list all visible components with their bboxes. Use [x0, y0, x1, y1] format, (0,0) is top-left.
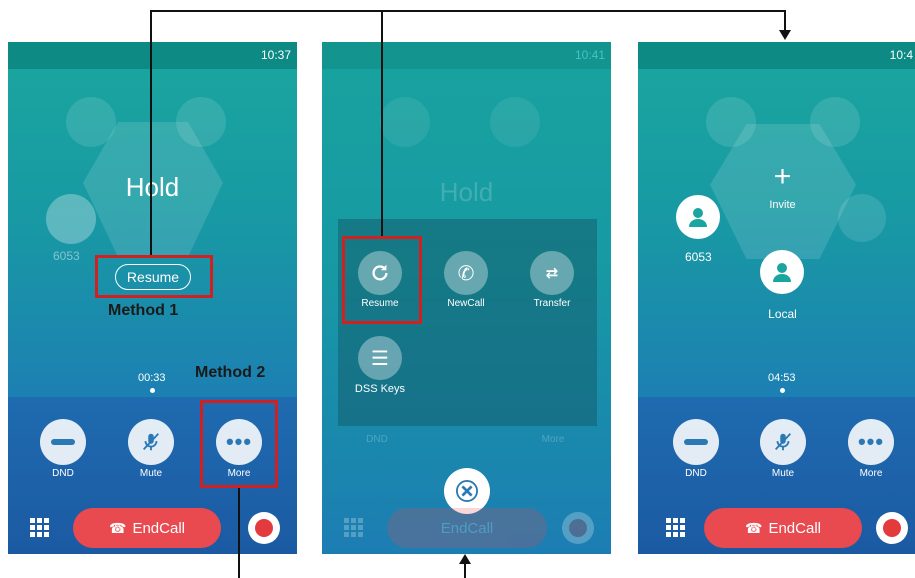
close-icon [456, 480, 478, 502]
menu-newcall-button[interactable]: ✆ NewCall [434, 251, 498, 309]
connector-line [150, 10, 152, 255]
mic-off-icon [774, 433, 792, 451]
person-icon [689, 208, 707, 227]
hangup-icon: ☎ [745, 519, 763, 536]
connector-line [464, 562, 466, 578]
menu-transfer-button[interactable]: ⇄ Transfer [520, 251, 584, 309]
connector-line [784, 10, 786, 32]
keypad-icon [344, 518, 363, 537]
clock: 10:41 [574, 48, 605, 62]
highlight-resume [95, 255, 213, 298]
transfer-icon: ⇄ [545, 265, 559, 282]
connector-line [381, 10, 383, 236]
status-bar: 10:4 [638, 42, 915, 69]
end-call-button[interactable]: ☎ EndCall [73, 508, 221, 548]
local-avatar [760, 250, 804, 294]
more-dots-icon: ••• [857, 429, 885, 454]
record-button-faded [562, 512, 594, 544]
menu-dsskeys-button[interactable]: ☰ DSS Keys [348, 336, 412, 395]
method2-label: Method 2 [195, 364, 266, 381]
plus-icon: + [773, 160, 792, 193]
minus-icon [684, 439, 708, 445]
mute-button[interactable]: Mute [759, 419, 807, 479]
highlight-more [200, 400, 278, 488]
connector-line [150, 10, 786, 12]
call-timer: 00:33 [138, 372, 166, 384]
contact-number: 6053 [685, 250, 712, 264]
clock: 10:4 [889, 48, 913, 62]
phone-screen-active: 10:4 + Invite 6053 Local 04:53 DND Mute … [638, 42, 915, 554]
clock: 10:37 [260, 48, 291, 62]
participant-slot [380, 97, 430, 147]
call-state-label: Hold [125, 172, 180, 202]
dnd-button[interactable]: DND [672, 419, 720, 479]
mic-off-icon [142, 433, 160, 451]
end-call-button[interactable]: ☎ EndCall [704, 508, 862, 548]
list-icon: ☰ [371, 347, 389, 370]
highlight-menu-resume [342, 236, 422, 324]
contact-avatar [676, 195, 720, 239]
dnd-button-faded: DND [366, 434, 388, 445]
contact-number: 6053 [53, 249, 80, 263]
minus-icon [51, 439, 75, 445]
status-bar: 10:41 [322, 42, 611, 69]
keypad-icon[interactable] [666, 518, 685, 537]
mute-button[interactable]: Mute [127, 419, 175, 479]
local-label: Local [768, 307, 797, 321]
method1-label: Method 1 [108, 302, 179, 319]
arrow-up [459, 554, 471, 564]
phone-icon: ✆ [457, 262, 475, 285]
call-timer: 04:53 [768, 372, 796, 384]
connector-line [238, 488, 240, 578]
participant-slot [490, 97, 540, 147]
more-button[interactable]: ••• More [847, 419, 895, 479]
keypad-icon[interactable] [30, 518, 49, 537]
hangup-icon: ☎ [109, 519, 127, 536]
record-button[interactable] [248, 512, 280, 544]
page-indicator [150, 388, 155, 393]
more-button-faded: More [541, 434, 565, 445]
status-bar: 10:37 [8, 42, 297, 69]
end-call-button-faded: EndCall [387, 508, 547, 548]
person-icon [773, 263, 791, 282]
arrow-down [779, 30, 791, 40]
record-button[interactable] [876, 512, 908, 544]
page-indicator [780, 388, 785, 393]
dnd-button[interactable]: DND [39, 419, 87, 479]
call-state-label: Hold [439, 177, 494, 207]
